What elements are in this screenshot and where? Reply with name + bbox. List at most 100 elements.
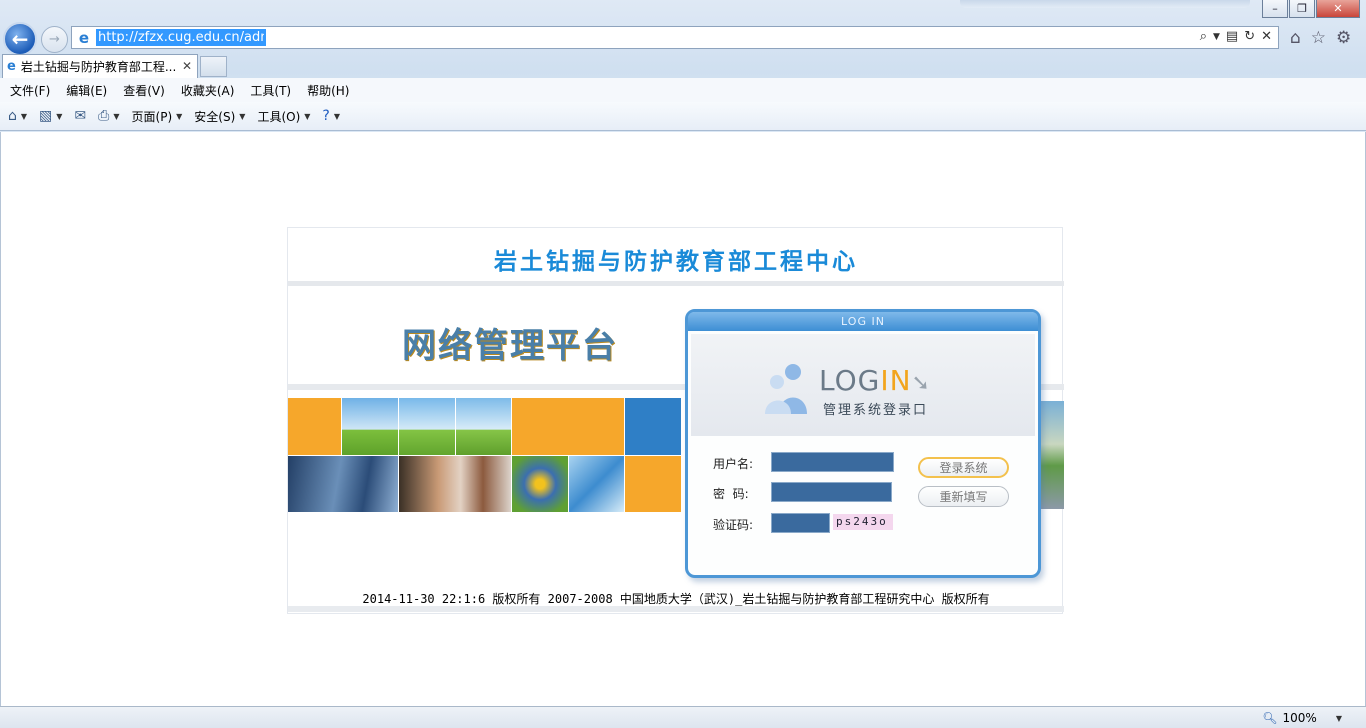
username-input[interactable] xyxy=(771,452,894,472)
minimize-button[interactable]: – xyxy=(1262,0,1288,18)
titlebar xyxy=(960,0,1250,8)
tab-bar: e 岩土钻掘与防护教育部工程... ✕ xyxy=(0,52,1366,78)
browser-right-icons: ⌂ ☆ ⚙ xyxy=(1290,28,1351,48)
ie-page-icon: e xyxy=(78,28,90,47)
users-icon xyxy=(765,364,807,414)
favorites-star-icon[interactable]: ☆ xyxy=(1311,28,1326,48)
building-photo xyxy=(288,456,398,512)
menu-favorites[interactable]: 收藏夹(A) xyxy=(181,82,235,99)
footer-bar xyxy=(288,606,1064,612)
login-logo-log: LOG xyxy=(819,364,881,397)
sky-grass-photo xyxy=(456,398,511,455)
chevron-down-icon: ▼ xyxy=(113,111,120,121)
mail-command[interactable]: ✉ xyxy=(74,108,86,124)
home-command[interactable]: ⌂ ▼ xyxy=(8,108,27,124)
settings-gear-icon[interactable]: ⚙ xyxy=(1336,28,1351,48)
copyright-text: 2014-11-30 22:1:6 版权所有 2007-2008 中国地质大学（… xyxy=(362,592,990,606)
back-arrow-icon: ← xyxy=(11,27,29,51)
tools-command[interactable]: 工具(O) ▼ xyxy=(257,108,310,125)
safety-command-label: 安全(S) xyxy=(194,109,236,124)
dropdown-caret-icon[interactable]: ▼ xyxy=(1213,32,1220,44)
glass-building-photo xyxy=(569,456,624,512)
sky-grass-photo xyxy=(342,398,398,455)
tab-current[interactable]: e 岩土钻掘与防护教育部工程... ✕ xyxy=(2,54,198,78)
login-panel: LOG IN LOGIN➘ 管理系统登录口 用户名: 密 码: 验证码: ps2… xyxy=(685,309,1041,578)
site-title: 岩土钻掘与防护教育部工程中心 xyxy=(494,247,858,275)
arrow-icon: ➘ xyxy=(911,371,931,396)
chevron-down-icon: ▼ xyxy=(1335,713,1342,723)
tools-command-label: 工具(O) xyxy=(257,109,301,124)
password-input[interactable] xyxy=(771,482,892,502)
new-tab-button[interactable] xyxy=(200,56,227,77)
ie-tab-icon: e xyxy=(7,59,16,74)
zoom-level: 100% xyxy=(1282,711,1317,725)
search-icon[interactable]: ⌕ xyxy=(1200,29,1207,44)
page-command[interactable]: 页面(P) ▼ xyxy=(132,108,183,125)
tab-close-icon[interactable]: ✕ xyxy=(182,59,192,73)
window-controls: – ❐ ✕ xyxy=(1262,0,1360,18)
browser-chrome: – ❐ ✕ ← → e ⌕ ▼ ▤ ↻ ✕ ⌂ ☆ ⚙ e 岩土钻掘与防护教育部… xyxy=(0,0,1366,132)
compatibility-icon[interactable]: ▤ xyxy=(1226,29,1238,44)
safety-command[interactable]: 安全(S) ▼ xyxy=(194,108,245,125)
help-command[interactable]: ? ▼ xyxy=(322,108,340,124)
menu-file[interactable]: 文件(F) xyxy=(10,82,50,99)
tab-title: 岩土钻掘与防护教育部工程... xyxy=(20,60,177,74)
orange-tile xyxy=(512,398,624,455)
chevron-down-icon: ▼ xyxy=(20,111,28,121)
url-input[interactable] xyxy=(96,29,266,46)
rss-feed-icon: ▧ xyxy=(39,108,53,124)
butterfly-photo xyxy=(512,456,568,512)
chevron-down-icon: ▼ xyxy=(176,111,183,121)
chevron-down-icon: ▼ xyxy=(56,111,63,121)
zoom-control[interactable]: 🔍︎ 100% ▼ xyxy=(1262,711,1342,725)
back-button[interactable]: ← xyxy=(3,22,37,56)
chevron-down-icon: ▼ xyxy=(333,111,340,121)
forward-arrow-icon: → xyxy=(49,32,60,47)
chevron-down-icon: ▼ xyxy=(304,111,311,121)
menu-bar: 文件(F) 编辑(E) 查看(V) 收藏夹(A) 工具(T) 帮助(H) xyxy=(0,78,1366,102)
zoom-magnifier-icon: 🔍︎ xyxy=(1262,711,1278,725)
blue-tile xyxy=(625,398,681,455)
forward-button[interactable]: → xyxy=(41,26,68,53)
login-logo-in: IN xyxy=(880,364,912,397)
login-button[interactable]: 登录系统 xyxy=(918,457,1009,478)
site-header: 岩土钻掘与防护教育部工程中心 xyxy=(288,228,1064,286)
feeds-command[interactable]: ▧ ▼ xyxy=(39,108,62,124)
landscape-photo xyxy=(1040,401,1064,509)
captcha-input[interactable] xyxy=(771,513,830,533)
captcha-image[interactable]: ps243o xyxy=(833,514,893,530)
stop-icon[interactable]: ✕ xyxy=(1261,29,1272,44)
restore-button[interactable]: ❐ xyxy=(1289,0,1315,18)
menu-help[interactable]: 帮助(H) xyxy=(307,82,349,99)
home-icon[interactable]: ⌂ xyxy=(1290,28,1301,48)
address-bar[interactable]: e ⌕ ▼ ▤ ↻ ✕ xyxy=(71,26,1279,49)
page-command-label: 页面(P) xyxy=(131,109,173,124)
sky-grass-photo xyxy=(399,398,455,455)
username-label: 用户名: xyxy=(713,457,754,471)
refresh-icon[interactable]: ↻ xyxy=(1244,29,1255,44)
login-banner: LOGIN➘ 管理系统登录口 xyxy=(691,334,1035,436)
home-icon: ⌂ xyxy=(8,108,17,124)
help-icon: ? xyxy=(322,108,330,124)
close-window-button[interactable]: ✕ xyxy=(1316,0,1360,18)
password-label: 密 码: xyxy=(713,487,749,501)
orange-tile xyxy=(288,398,341,455)
chevron-down-icon: ▼ xyxy=(239,111,246,121)
status-bar: 🔍︎ 100% ▼ xyxy=(0,706,1366,728)
login-logo: LOGIN➘ xyxy=(819,364,931,397)
printer-icon: ⎙ xyxy=(98,108,110,124)
menu-tools[interactable]: 工具(T) xyxy=(250,82,291,99)
captcha-label: 验证码: xyxy=(713,518,754,532)
orange-tile xyxy=(625,456,681,512)
print-command[interactable]: ⎙ ▼ xyxy=(98,108,119,124)
address-tools: ⌕ ▼ ▤ ↻ ✕ xyxy=(1200,29,1272,44)
menu-view[interactable]: 查看(V) xyxy=(123,82,165,99)
command-bar: ⌂ ▼ ▧ ▼ ✉ ⎙ ▼ 页面(P) ▼ 安全(S) ▼ 工具(O) ▼ ? ▼ xyxy=(0,102,1366,131)
menu-edit[interactable]: 编辑(E) xyxy=(66,82,107,99)
login-subtitle: 管理系统登录口 xyxy=(823,403,929,418)
reset-button[interactable]: 重新填写 xyxy=(918,486,1009,507)
platform-title: 网络管理平台 xyxy=(402,326,618,366)
business-people-photo xyxy=(399,456,511,512)
mail-icon: ✉ xyxy=(74,108,87,124)
login-panel-header: LOG IN xyxy=(688,312,1038,331)
